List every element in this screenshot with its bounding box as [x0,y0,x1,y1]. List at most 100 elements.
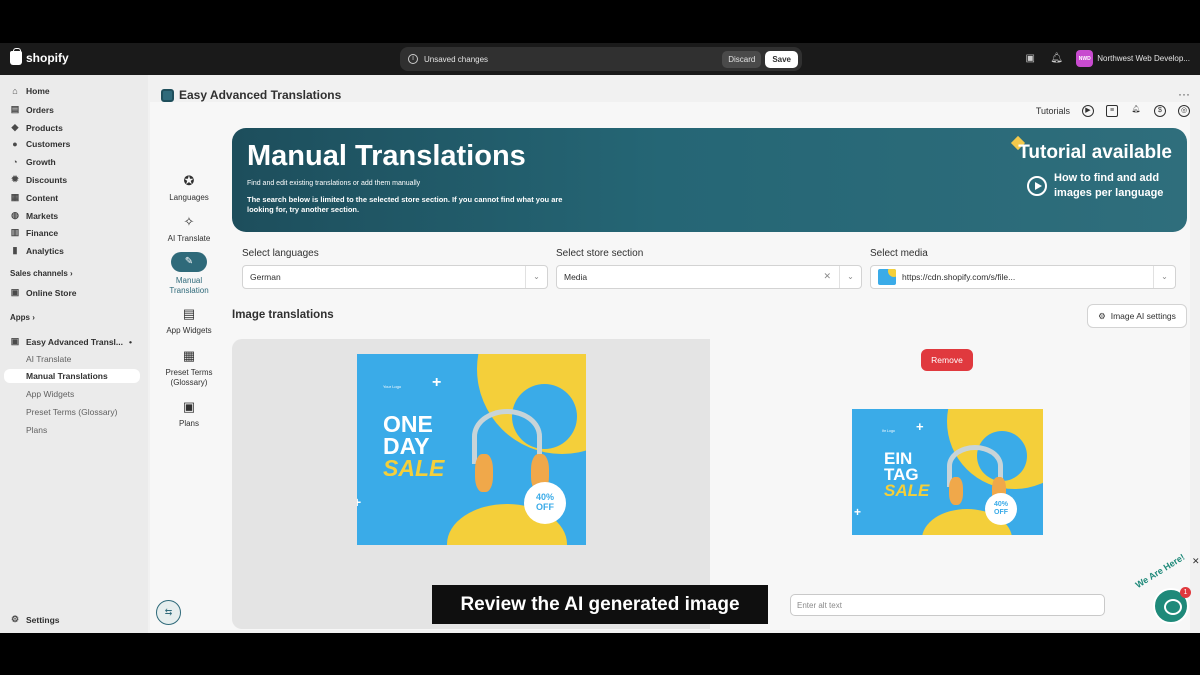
hero-note: The search below is limited to the selec… [247,195,563,214]
nav-plans[interactable]: ▣ Plans [150,399,228,428]
app-title: Easy Advanced Translations [179,88,342,102]
sidebar-subitem-preset-terms[interactable]: Preset Terms (Glossary) [26,407,117,417]
person-icon: ● [12,139,18,149]
sidebar-item-app[interactable]: ▣ Easy Advanced Transl... • [10,336,132,347]
shopify-wordmark: shopify [26,51,69,65]
languages-label: Select languages [242,248,319,259]
store-menu[interactable]: NWD Northwest Web Develop... [1076,50,1190,67]
unsaved-changes-text: Unsaved changes [424,54,489,64]
sale-headline: EIN TAG SALE [884,449,930,501]
play-icon[interactable]: ▶ [1082,105,1094,117]
sidebar-item-growth[interactable]: ◔ Growth [10,157,55,167]
nav-app-widgets[interactable]: ▤ App Widgets [150,306,228,335]
store-icon[interactable]: ▣ [1024,53,1036,65]
content-icon: ▦ [10,192,20,202]
nav-manual-translation[interactable]: ✎ Manual Translation [150,252,228,296]
chevron-right-icon: › [32,313,35,322]
plus-icon: + [357,494,362,510]
sales-channels-heading[interactable]: Sales channels › [10,269,73,278]
sidebar-subitem-ai-translate[interactable]: AI Translate [26,354,71,364]
tag-icon: ◆ [11,122,19,132]
hero-banner: Manual Translations Find and edit existi… [232,128,1187,232]
brand-logo-text: Your Logo [383,384,402,389]
sparkle-icon: ✧ [183,214,195,229]
gear-icon: ⚙ [1098,310,1106,321]
pin-dot-icon: • [129,336,132,347]
sidebar-subitem-manual-translations[interactable]: Manual Translations [4,369,140,383]
sidebar-item-home[interactable]: ⌂ Home [10,86,49,96]
app-logo-icon [161,88,174,102]
sidebar-item-online-store[interactable]: ▣ Online Store [10,287,77,298]
media-select[interactable]: https://cdn.shopify.com/s/file... ⌄ [870,265,1176,289]
dollar-icon[interactable]: $ [1154,105,1166,117]
brand-logo-text: Ihr Logo [882,429,895,433]
shopify-logo[interactable]: shopify [10,48,69,65]
discount-badge: 40% OFF [985,493,1017,525]
collapse-nav-icon[interactable]: ⇆ [156,600,181,625]
star-icon: ✪ [183,173,195,188]
sidebar-item-customers[interactable]: ● Customers [10,139,70,149]
admin-sidebar: ⌂ Home ▤ Orders ◆ Products ● Customers ◔ Grow… [0,75,148,633]
nav-ai-translate[interactable]: ✧ AI Translate [150,214,228,243]
chart-icon: ▮ [12,245,18,255]
widgets-icon: ▤ [182,306,196,321]
sidebar-item-settings[interactable]: ⚙ Settings [10,614,60,625]
settings-icon[interactable]: ◎ [1178,105,1190,117]
growth-icon: ◔ [12,157,18,167]
gear-icon: ⚙ [10,614,20,624]
sidebar-item-markets[interactable]: ◍ Markets [10,210,58,221]
home-icon: ⌂ [12,86,18,96]
shopify-bag-icon [10,48,22,65]
app-title-bar: Easy Advanced Translations [161,88,341,102]
remove-button[interactable]: Remove [921,349,973,371]
store-section-select[interactable]: Media ✕ ⌄ [556,265,862,289]
plus-icon: + [854,505,862,519]
sidebar-subitem-app-widgets[interactable]: App Widgets [26,389,74,399]
sidebar-item-products[interactable]: ◆ Products [10,122,63,133]
sale-headline: ONE DAY SALE [383,411,445,481]
close-icon[interactable]: ✕ [1192,556,1200,567]
sidebar-item-orders[interactable]: ▤ Orders [10,104,54,115]
languages-select[interactable]: German ⌄ [242,265,548,289]
sidebar-item-analytics[interactable]: ▮ Analytics [10,245,64,256]
original-sale-image: Your Logo + ONE DAY SALE 40% OFF + [357,354,586,545]
save-button[interactable]: Save [765,50,798,68]
discount-badge: 40% OFF [524,482,566,524]
discard-button[interactable]: Discard [722,50,762,68]
more-options-icon[interactable]: ··· [1178,87,1190,101]
chevron-down-icon: ⌄ [1153,266,1175,288]
nav-preset-terms[interactable]: ▦ Preset Terms (Glossary) [150,348,228,388]
nav-languages[interactable]: ✪ Languages [150,173,228,202]
chevron-down-icon: ⌄ [525,266,547,288]
tutorials-link[interactable]: Tutorials [1036,106,1070,116]
media-thumbnail [878,269,896,285]
book-icon[interactable]: ≡ [1106,105,1118,117]
alt-text-input[interactable]: Enter alt text [790,594,1105,616]
glossary-icon: ▦ [182,348,196,363]
apps-heading[interactable]: Apps › [10,313,35,322]
sidebar-item-finance[interactable]: ▥ Finance [10,227,58,238]
bell-icon[interactable]: 🔔︎ [1050,53,1063,65]
chevron-down-icon: ⌄ [839,266,861,288]
bell-icon[interactable]: 🔔︎ [1130,105,1142,117]
image-ai-settings-button[interactable]: ⚙ Image AI settings [1087,304,1187,328]
store-section-label: Select store section [556,248,644,259]
globe-icon: ◍ [11,210,19,220]
app-toolbar: Tutorials ▶ ≡ 🔔︎ $ ◎ [1036,105,1190,117]
app-icon: ▣ [10,336,20,346]
video-letterbox-bottom [0,633,1200,675]
sidebar-item-content[interactable]: ▦ Content [10,192,58,203]
play-circle-icon[interactable] [1027,176,1047,196]
chat-badge: 1 [1180,587,1191,598]
chat-button[interactable]: 1 [1153,587,1191,624]
store-icon: ▣ [10,287,20,297]
sidebar-item-discounts[interactable]: ✹ Discounts [10,174,67,185]
store-name: Northwest Web Develop... [1097,54,1190,63]
clear-icon[interactable]: ✕ [823,271,831,282]
sidebar-subitem-plans[interactable]: Plans [26,425,47,435]
topbar-actions: ▣ 🔔︎ NWD Northwest Web Develop... [1024,50,1190,67]
video-letterbox-top [0,0,1200,43]
contextual-save-bar: i Unsaved changes Discard Save [400,47,802,71]
plus-icon: + [432,374,442,391]
tutorial-link[interactable]: How to find and add images per language [1054,171,1172,201]
